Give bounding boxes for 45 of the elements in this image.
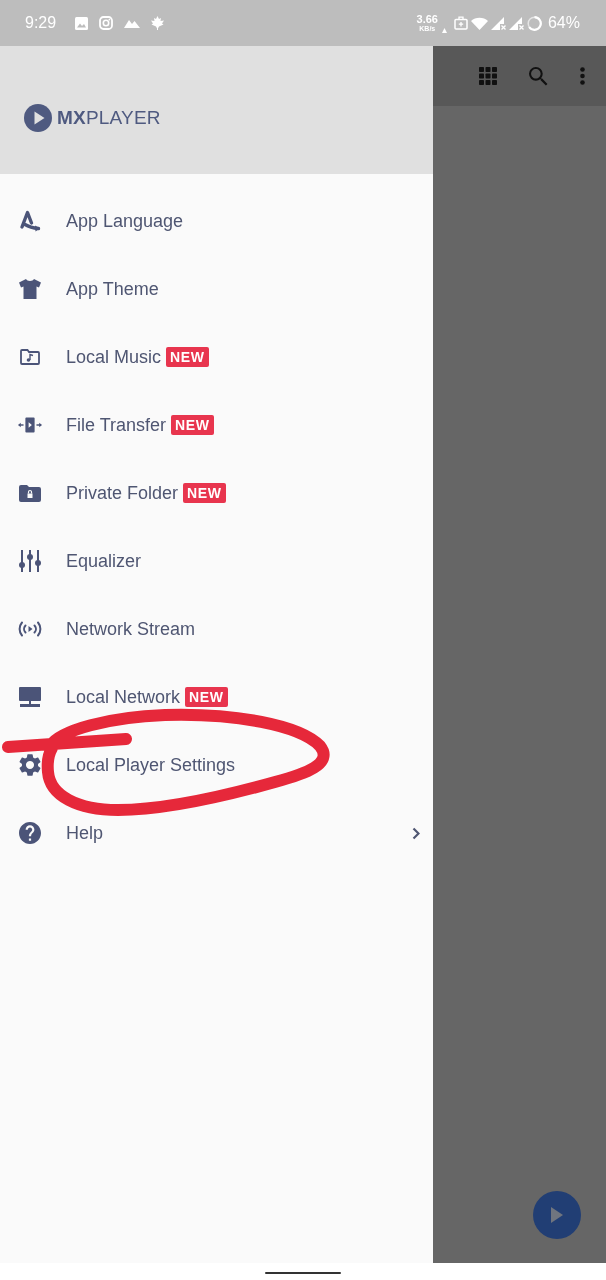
- wifi-icon: [470, 16, 488, 30]
- menu-item[interactable]: Local Player Settings: [0, 731, 433, 799]
- menu-item[interactable]: Network Stream: [0, 595, 433, 663]
- music-folder-icon: [20, 349, 40, 365]
- briefcase-icon: [453, 16, 468, 30]
- menu-item[interactable]: Equalizer: [0, 527, 433, 595]
- app-logo-text: MXPLAYER: [57, 106, 161, 130]
- equalizer-icon: [19, 550, 41, 572]
- help-icon: [19, 822, 41, 844]
- grid-view-icon[interactable]: [479, 67, 497, 85]
- home-indicator[interactable]: [265, 1271, 341, 1274]
- net-speed-value: 3.66: [416, 14, 438, 25]
- menu-item[interactable]: Private Folder NEW: [0, 459, 433, 527]
- battery-percent: 64%: [547, 14, 580, 32]
- leaf-icon: [151, 16, 165, 30]
- search-icon[interactable]: [529, 66, 548, 86]
- play-icon: [551, 1207, 563, 1223]
- new-feature-badge: NEW: [183, 483, 226, 503]
- signal-icon: [490, 16, 506, 30]
- camera-icon: [99, 16, 114, 30]
- transfer-icon: [18, 417, 42, 433]
- locked-folder-icon: [19, 484, 41, 502]
- play-logo-icon: [24, 104, 52, 132]
- battery-ring-icon: [526, 15, 542, 31]
- language-icon: [19, 210, 41, 232]
- menu-item[interactable]: Local Network NEW: [0, 663, 433, 731]
- clock-time: 9:29: [25, 14, 57, 32]
- broadcast-icon: [18, 621, 42, 637]
- monitor-icon: [19, 687, 41, 707]
- menu-item[interactable]: Local Music NEW: [0, 323, 433, 391]
- up-arrow-icon: [441, 27, 447, 33]
- menu-item[interactable]: App Theme: [0, 255, 433, 323]
- mountains-icon: [124, 18, 141, 28]
- menu-item[interactable]: Help: [0, 799, 433, 867]
- menu-item[interactable]: File Transfer NEW: [0, 391, 433, 459]
- image-icon: [75, 16, 89, 30]
- new-feature-badge: NEW: [171, 415, 214, 435]
- new-feature-badge: NEW: [166, 347, 209, 367]
- settings-icon: [19, 754, 41, 776]
- new-feature-badge: NEW: [185, 687, 228, 707]
- tshirt-icon: [19, 279, 41, 299]
- more-options-icon[interactable]: [580, 67, 585, 85]
- menu-item[interactable]: App Language: [0, 187, 433, 255]
- signal-icon: [508, 16, 524, 30]
- play-button[interactable]: [533, 1191, 581, 1239]
